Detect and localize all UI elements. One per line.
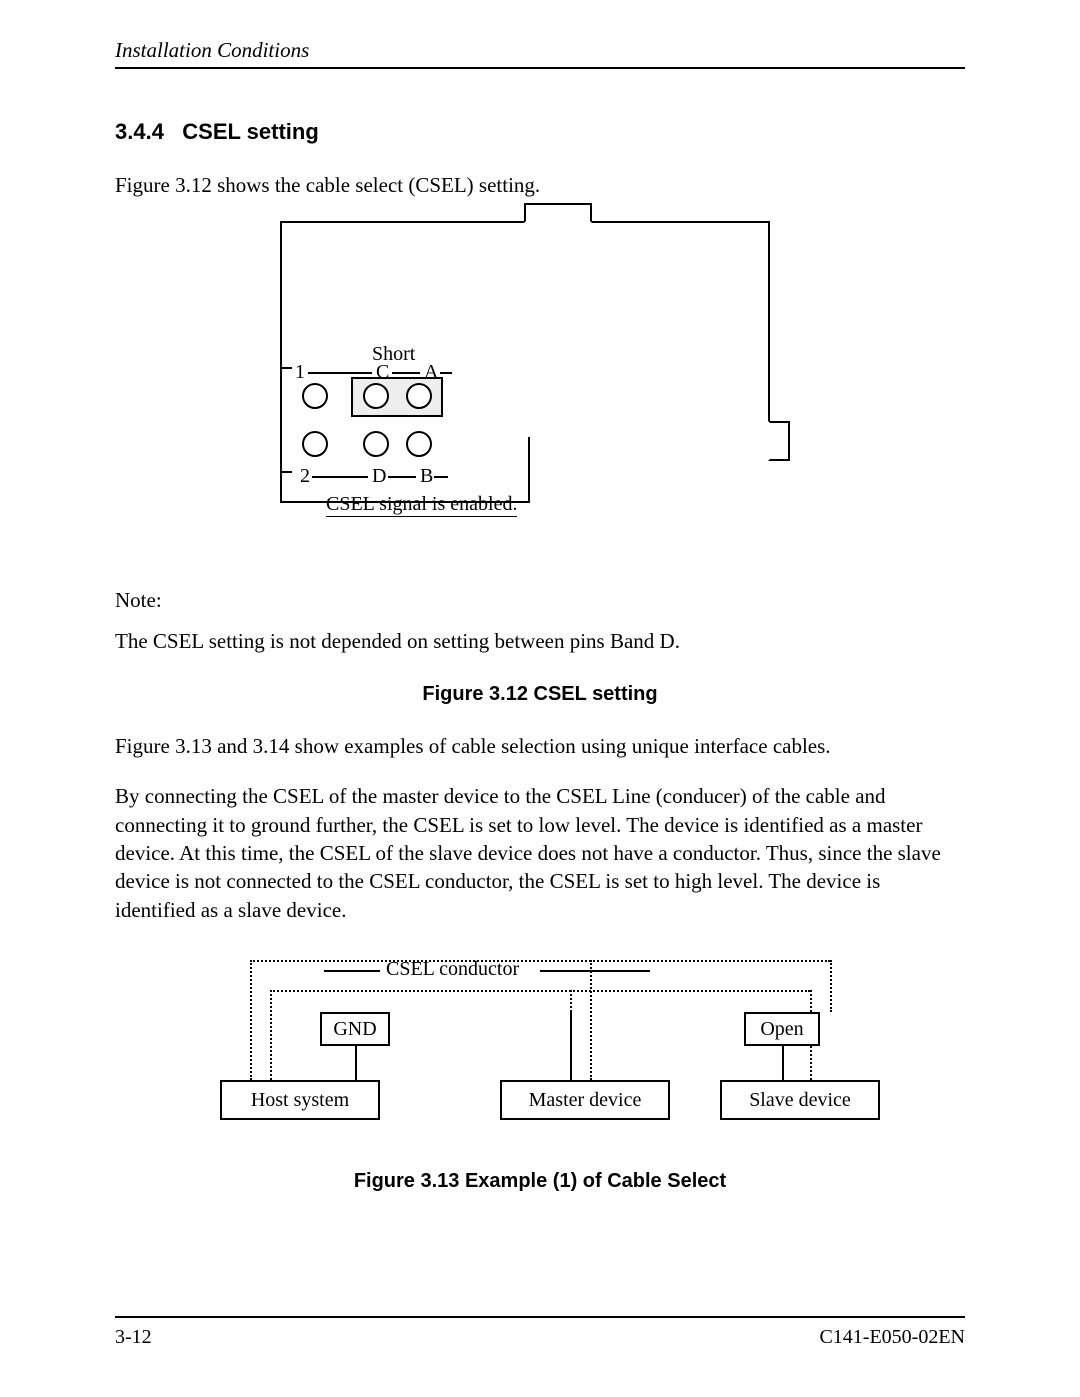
edge-tick [282, 471, 292, 473]
open-box: Open [744, 1012, 820, 1046]
page: Installation Conditions 3.4.4 CSEL setti… [0, 0, 1080, 1397]
label-line [388, 476, 416, 478]
label-line [434, 476, 448, 478]
dotted-line [270, 990, 272, 1080]
outline-notch-top [524, 203, 592, 223]
pin-b-label: B [420, 465, 433, 488]
section-number: 3.4.4 [115, 119, 164, 144]
dotted-line [570, 990, 572, 1012]
section-heading: 3.4.4 CSEL setting [115, 119, 965, 145]
section-title: CSEL setting [182, 119, 319, 144]
edge-tick [282, 367, 292, 369]
pin-2-label: 2 [300, 465, 310, 488]
note-text: The CSEL setting is not depended on sett… [115, 627, 965, 655]
body-paragraph: By connecting the CSEL of the master dev… [115, 782, 965, 924]
intro-paragraph: Figure 3.12 shows the cable select (CSEL… [115, 171, 965, 199]
label-line [312, 476, 368, 478]
footer-rule [115, 1316, 965, 1318]
solid-line [782, 1046, 784, 1080]
figure-3-13-diagram: CSEL conductor GND Open Host system Mast… [220, 960, 860, 1130]
label-line [324, 970, 380, 972]
dotted-line [590, 960, 592, 1080]
page-number: 3-12 [115, 1326, 152, 1349]
host-system-box: Host system [220, 1080, 380, 1120]
dotted-line [250, 960, 830, 962]
pin-d-label: D [372, 465, 386, 488]
header-rule [115, 67, 965, 69]
running-header: Installation Conditions [115, 38, 965, 67]
master-device-label: Master device [529, 1089, 642, 1112]
csel-conductor-label: CSEL conductor [386, 958, 519, 981]
solid-line [570, 1012, 572, 1080]
dotted-line [830, 960, 832, 1012]
label-line [440, 372, 452, 374]
dotted-line [250, 960, 252, 1080]
figure-3-13-caption: Figure 3.13 Example (1) of Cable Select [115, 1170, 965, 1193]
note-label: Note: [115, 586, 965, 614]
label-line [540, 970, 650, 972]
open-label: Open [760, 1018, 803, 1041]
label-line [308, 372, 372, 374]
csel-enabled-label: CSEL signal is enabled. [326, 493, 517, 517]
page-footer: 3-12 C141-E050-02EN [115, 1316, 965, 1349]
gnd-label: GND [333, 1018, 376, 1041]
master-device-box: Master device [500, 1080, 670, 1120]
figure-3-12-diagram: Short 1 C A 2 D B CSEL signal is enabled… [280, 221, 790, 546]
solid-line [355, 1046, 357, 1080]
pin-1-label: 1 [295, 361, 305, 384]
slave-device-label: Slave device [749, 1089, 851, 1112]
slave-device-box: Slave device [720, 1080, 880, 1120]
body-paragraph: Figure 3.13 and 3.14 show examples of ca… [115, 732, 965, 760]
label-line [392, 372, 420, 374]
document-id: C141-E050-02EN [819, 1326, 965, 1349]
figure-3-12-caption: Figure 3.12 CSEL setting [115, 683, 965, 706]
host-system-label: Host system [251, 1089, 349, 1112]
gnd-box: GND [320, 1012, 390, 1046]
outline-notch-right [768, 421, 790, 461]
dotted-line [270, 990, 810, 992]
